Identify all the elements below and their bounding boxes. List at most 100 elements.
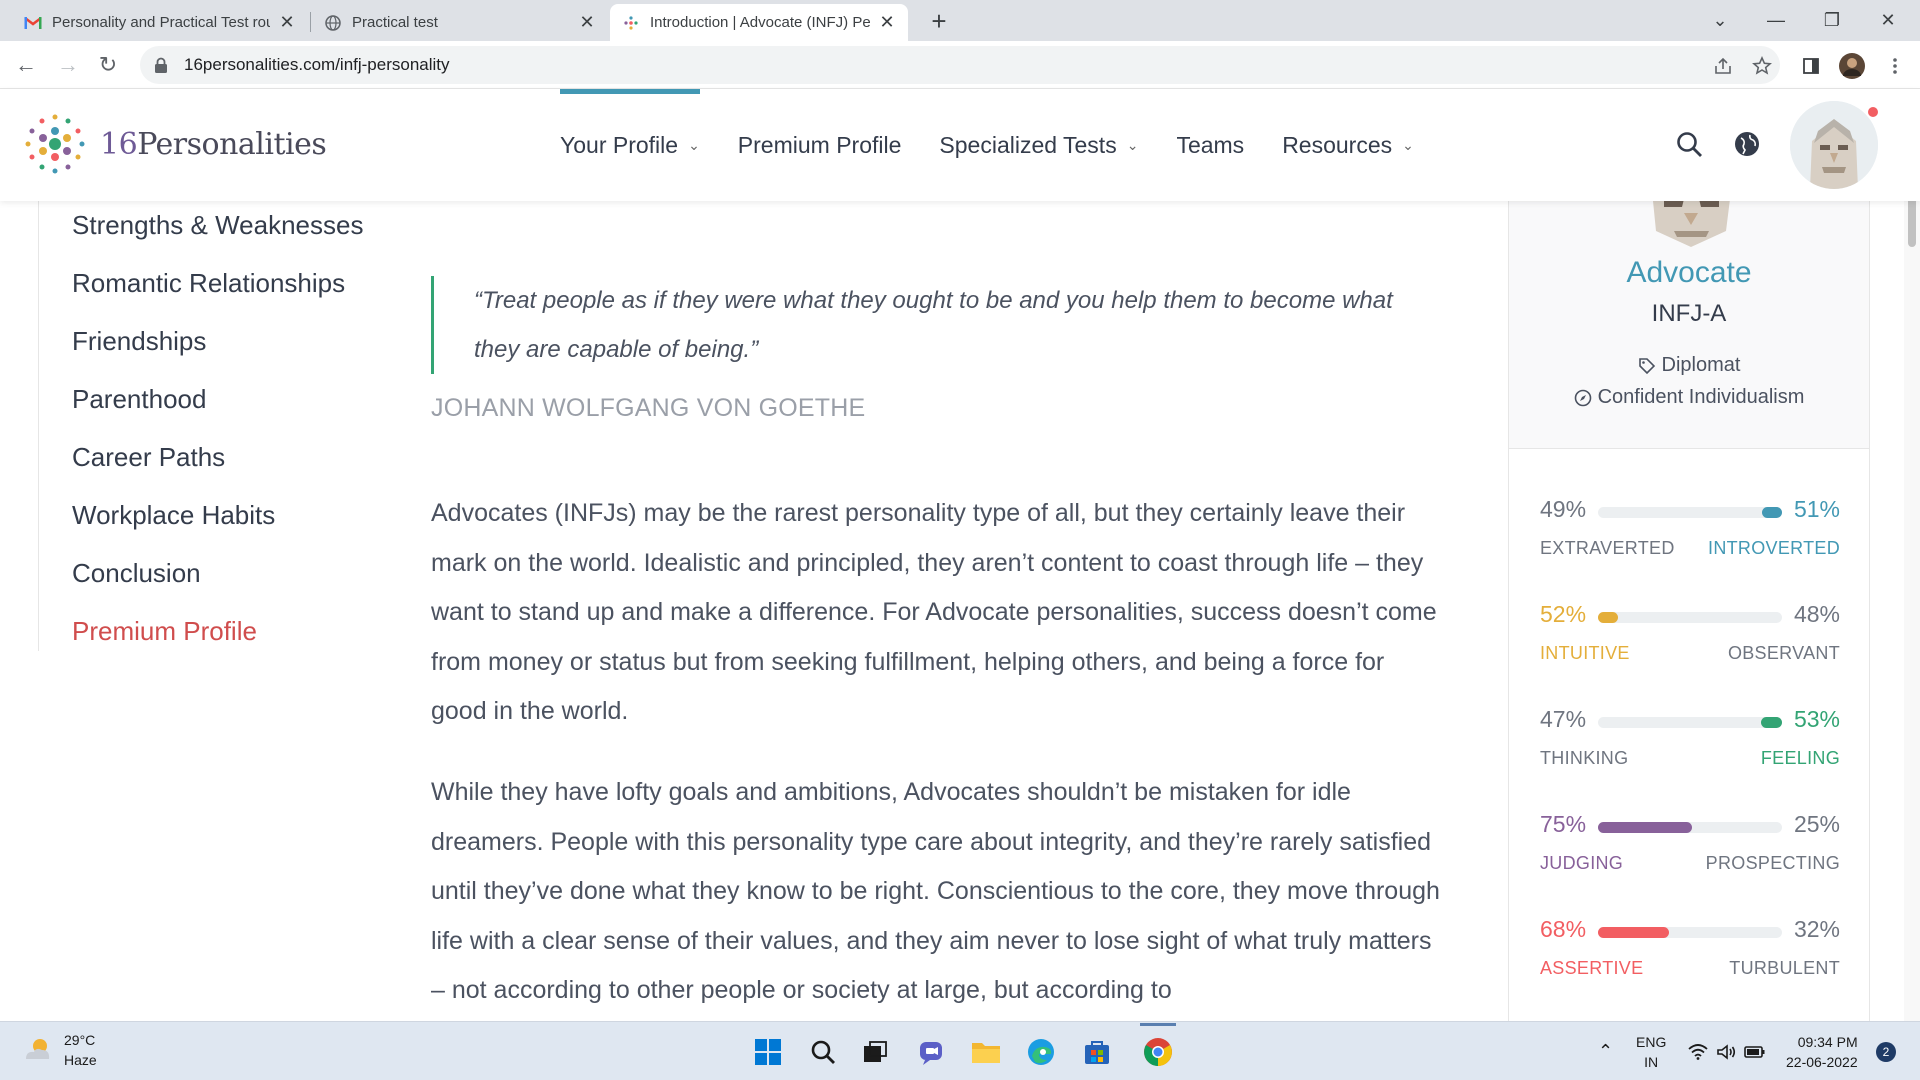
strategy-line[interactable]: Confident Individualism [1509,386,1869,409]
clock[interactable]: 09:34 PM 22-06-2022 [1786,1022,1858,1080]
globe-icon [324,14,342,32]
sidebar-item-workplace[interactable]: Workplace Habits [72,500,275,531]
trait-right-percent: 53% [1793,706,1840,732]
tab-gmail[interactable]: Personality and Practical Test rou ✕ [12,4,308,41]
chevron-down-icon: ⌄ [1126,136,1139,153]
reload-icon[interactable]: ↻ [92,49,124,81]
chrome-menu-icon[interactable] [1882,53,1908,79]
language-indicator[interactable]: ENG IN [1636,1022,1666,1080]
nav-specialized-tests[interactable]: Specialized Tests ⌄ [939,89,1138,201]
chrome-profile-avatar[interactable] [1839,53,1865,79]
trait-mind[interactable]: 49% 51% EXTRAVERTED INTROVERTED [1540,496,1840,576]
nav-label: Teams [1176,131,1245,158]
weather-desc: Haze [64,1052,97,1068]
trait-bar-track [1598,822,1782,833]
trait-bar-fill [1762,507,1782,518]
trait-bar-fill [1598,612,1618,623]
role-label: Diplomat [1661,354,1741,376]
close-icon[interactable]: ✕ [278,12,296,33]
tab-practical-test[interactable]: Practical test ✕ [312,4,608,41]
forward-icon[interactable]: → [52,49,84,81]
quote-line: they are capable of being.” [474,336,759,363]
page-scrollbar[interactable] [1904,89,1920,1021]
weather-widget[interactable]: 29°C Haze [22,1030,97,1070]
type-code: INFJ-A [1651,300,1727,327]
trait-nature[interactable]: 47% 53% THINKING FEELING [1540,706,1840,786]
chevron-down-icon: ⌄ [688,136,700,153]
nav-resources[interactable]: Resources ⌄ [1282,89,1414,201]
nav-teams[interactable]: Teams [1176,89,1244,201]
trait-left-label: ASSERTIVE [1540,958,1644,978]
close-icon[interactable]: ✕ [578,12,596,33]
compass-icon [1574,389,1591,406]
back-icon[interactable]: ← [10,49,42,81]
profile-card: Advocate INFJ-A Diplomat Confident Indiv… [1508,191,1870,1021]
trait-bar-fill [1598,822,1692,833]
role-line[interactable]: Diplomat [1509,354,1869,377]
language-globe-icon[interactable] [1730,127,1764,161]
strategy-label: Confident Individualism [1597,386,1805,408]
logo-text: 16Personalities [100,126,327,162]
profile-card-header: Advocate INFJ-A Diplomat Confident Indiv… [1509,191,1869,449]
trait-right-label: OBSERVANT [1727,643,1840,663]
teams-chat-icon[interactable] [911,1032,951,1072]
intro-quote: “Treat people as if they were what they … [431,276,1431,374]
edge-browser-icon[interactable] [1021,1032,1061,1072]
share-icon[interactable] [1710,53,1736,79]
show-hidden-icons[interactable]: ⌃ [1598,1022,1613,1080]
system-tray-icons[interactable] [1688,1022,1766,1080]
nav-your-profile[interactable]: Your Profile ⌄ [560,89,700,201]
volume-icon [1717,1043,1736,1060]
tab-search-icon[interactable]: ⌄ [1692,0,1748,41]
intro-paragraph-2: While they have lofty goals and ambition… [431,778,1440,1004]
battery-icon [1744,1045,1765,1058]
trait-energy[interactable]: 52% 48% INTUITIVE OBSERVANT [1540,601,1840,681]
main-nav: Your Profile ⌄ Premium Profile Specializ… [560,89,1452,201]
search-icon[interactable] [1672,127,1706,161]
weather-haze-icon [26,1039,50,1059]
windows-start-icon[interactable] [748,1032,788,1072]
trait-right-label: FEELING [1760,748,1840,768]
ms-store-icon[interactable] [1077,1032,1117,1072]
sidebar-item-premium[interactable]: Premium Profile [72,616,257,647]
notification-center[interactable]: 2 [1876,1022,1896,1080]
minimize-button[interactable]: — [1748,0,1804,41]
type-name[interactable]: Advocate [1509,256,1869,290]
nav-premium-profile[interactable]: Premium Profile [738,89,902,201]
close-icon[interactable]: ✕ [878,12,896,33]
address-bar[interactable]: 16personalities.com/infj-personality [140,46,1780,84]
trait-left-label: INTUITIVE [1540,643,1630,663]
task-view-icon[interactable] [855,1032,895,1072]
lock-icon [154,57,170,73]
lang-code: ENG [1636,1033,1667,1050]
sidebar-item-career[interactable]: Career Paths [72,442,225,473]
active-app-indicator [1140,1023,1176,1026]
sidebar-item-strengths[interactable]: Strengths & Weaknesses [72,210,363,241]
site-logo[interactable]: 16Personalities [22,111,327,177]
close-window-button[interactable]: ✕ [1860,0,1916,41]
weather-temp: 29°C [64,1032,96,1048]
new-tab-button[interactable]: + [924,6,954,36]
tab-advocate[interactable]: Introduction | Advocate (INFJ) Pe ✕ [610,4,908,41]
trait-right-label: PROSPECTING [1705,853,1840,873]
trait-right-label: INTROVERTED [1708,538,1840,558]
sidebar-item-parenthood[interactable]: Parenthood [72,384,206,415]
file-explorer-icon[interactable] [966,1032,1006,1072]
nav-label: Resources [1282,131,1393,158]
chevron-down-icon: ⌄ [1402,136,1414,153]
chrome-taskbar-icon[interactable] [1138,1032,1178,1072]
side-panel-icon[interactable] [1798,53,1824,79]
intro-paragraph-1: Advocates (INFJs) may be the rarest pers… [431,499,1437,725]
trait-left-percent: 49% [1540,496,1587,522]
trait-identity[interactable]: 68% 32% ASSERTIVE TURBULENT [1540,916,1840,996]
taskbar-search-icon[interactable] [803,1032,843,1072]
tab-title: Personality and Practical Test rou [52,14,270,31]
maximize-button[interactable]: ❐ [1804,0,1860,41]
sidebar-item-romantic[interactable]: Romantic Relationships [72,268,345,299]
trait-tactics[interactable]: 75% 25% JUDGING PROSPECTING [1540,811,1840,891]
section-sidebar: Strengths & Weaknesses Romantic Relation… [38,201,398,651]
user-avatar[interactable] [1790,101,1878,189]
sidebar-item-conclusion[interactable]: Conclusion [72,558,201,589]
sidebar-item-friendships[interactable]: Friendships [72,326,206,357]
bookmark-star-icon[interactable] [1749,53,1775,79]
